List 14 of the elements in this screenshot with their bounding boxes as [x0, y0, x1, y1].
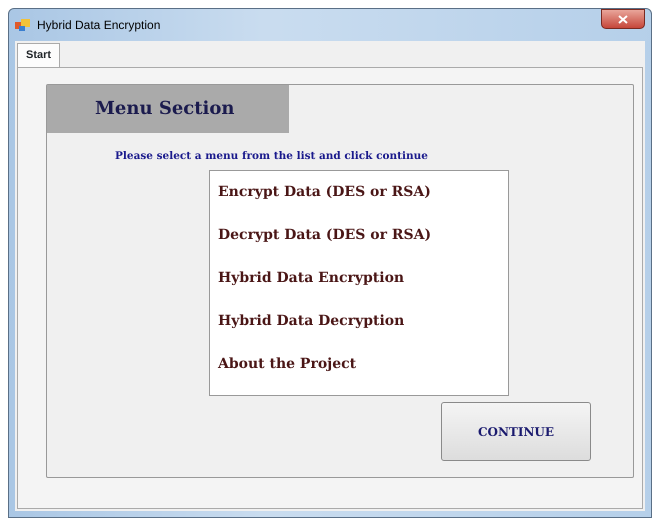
section-header: Menu Section	[47, 84, 289, 132]
instruction-text: Please select a menu from the list and click continue	[115, 148, 429, 164]
window-title: Hybrid Data Encryption	[37, 17, 160, 34]
app-icon	[15, 18, 31, 32]
list-item[interactable]: Decrypt Data (DES or RSA)	[216, 220, 508, 264]
tab[interactable]: Start	[17, 43, 60, 66]
list-item[interactable]: Encrypt Data (DES or RSA)	[216, 177, 508, 220]
list-item[interactable]: About the Project	[216, 349, 508, 392]
menu-listbox[interactable]: Encrypt Data (DES or RSA) Decrypt Data (DES or RSA) Hybrid Data Encryption Hybrid Data Decryption About the Project	[209, 170, 509, 396]
continue-button[interactable]: CONTINUE	[441, 402, 591, 462]
list-item[interactable]: Hybrid Data Decryption	[216, 306, 508, 350]
list-item[interactable]: Hybrid Data Encryption	[216, 263, 508, 306]
close-button[interactable]	[601, 9, 645, 29]
close-icon	[618, 14, 628, 24]
